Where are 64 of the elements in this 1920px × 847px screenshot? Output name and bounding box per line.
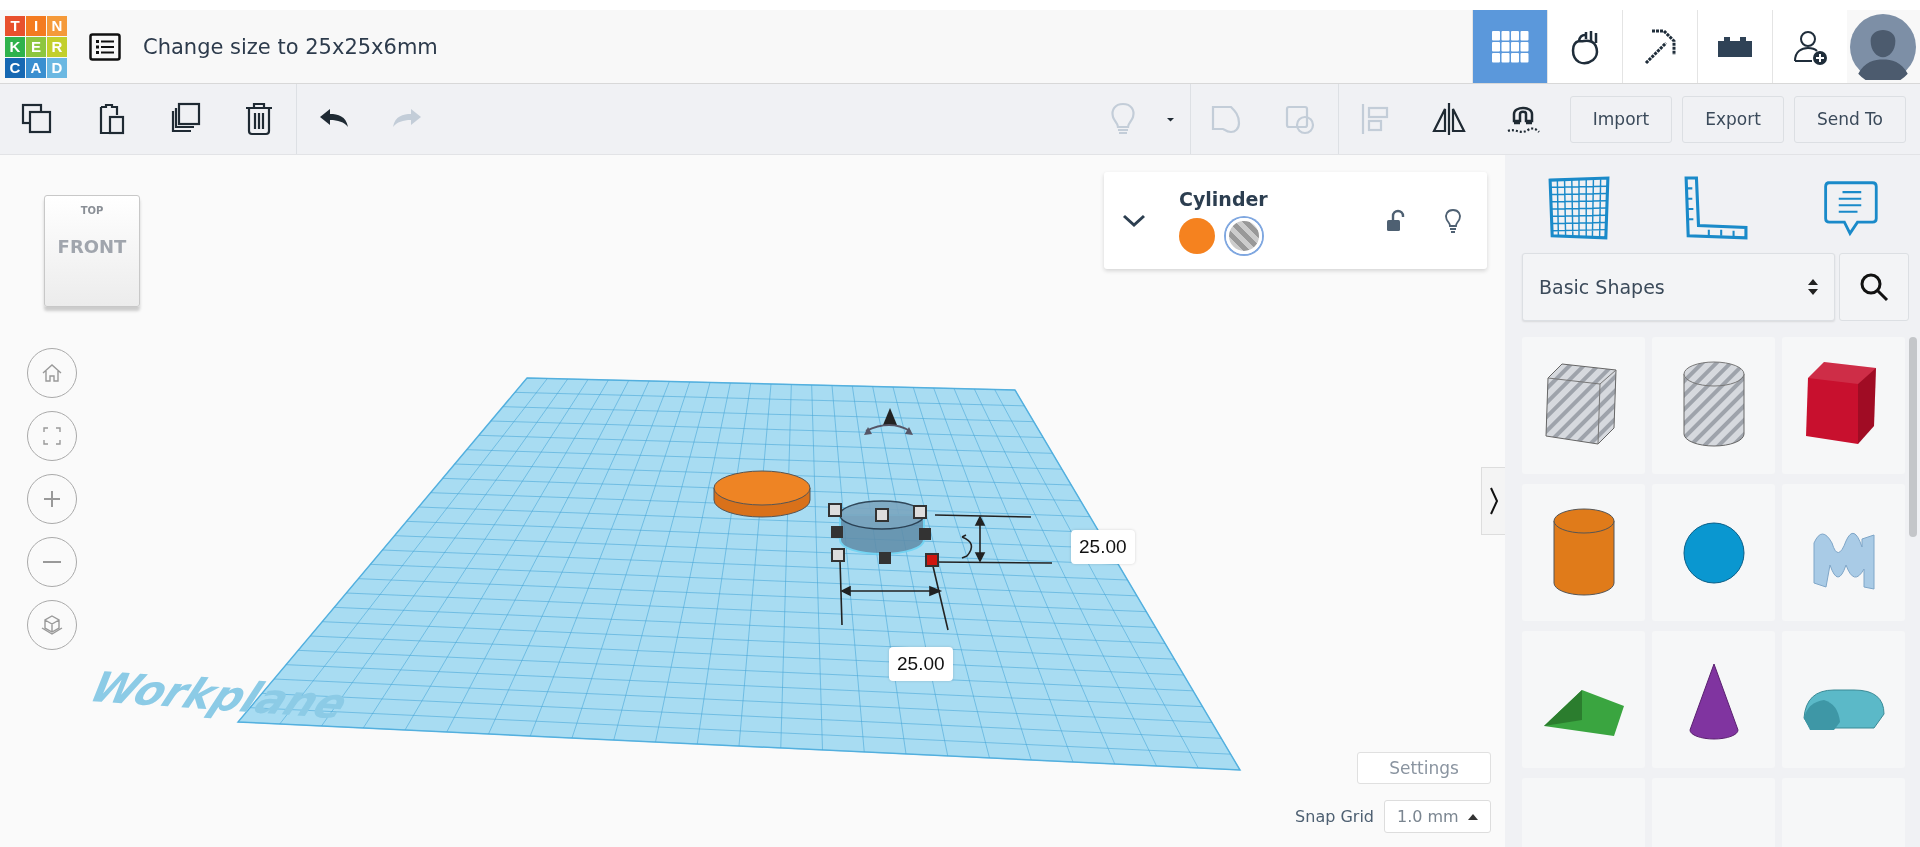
avatar-icon[interactable] bbox=[1850, 13, 1916, 80]
pickaxe-view-tab[interactable] bbox=[1622, 10, 1697, 83]
list-icon[interactable] bbox=[89, 32, 121, 61]
logo-letter: E bbox=[26, 36, 46, 57]
cylinder-shape[interactable] bbox=[713, 470, 811, 518]
workplane-label: Workplane bbox=[82, 663, 356, 728]
snap-grid-label: Snap Grid bbox=[1295, 807, 1374, 826]
home-button[interactable] bbox=[27, 348, 77, 398]
perspective-icon[interactable] bbox=[40, 613, 64, 637]
move-arrow-icon[interactable] bbox=[864, 408, 913, 435]
search-icon[interactable] bbox=[1859, 272, 1889, 302]
shape-tile[interactable] bbox=[1652, 337, 1775, 474]
unlocked-padlock-icon[interactable] bbox=[1385, 208, 1405, 233]
logo-letter: T bbox=[5, 15, 25, 36]
shape-category-dropdown[interactable]: Basic Shapes bbox=[1522, 253, 1835, 321]
cube-front-label: FRONT bbox=[57, 236, 127, 257]
selected-hole-cylinder-drawing[interactable] bbox=[828, 408, 1053, 631]
dimension-field[interactable]: 25.00 bbox=[889, 647, 953, 681]
apple-view-tab[interactable] bbox=[1547, 10, 1622, 83]
lightbulb-icon[interactable] bbox=[1443, 207, 1463, 234]
fit-icon[interactable] bbox=[40, 424, 64, 448]
scrollbar[interactable] bbox=[1909, 337, 1917, 537]
add-user-view-tab[interactable] bbox=[1772, 10, 1847, 83]
toolbar-text-button[interactable]: Import bbox=[1569, 95, 1673, 143]
search-button[interactable] bbox=[1839, 253, 1909, 321]
logo-letter: N bbox=[47, 15, 67, 36]
shape-tile[interactable] bbox=[1652, 484, 1775, 621]
shape-tile[interactable] bbox=[1652, 631, 1775, 768]
logo-letter: D bbox=[47, 57, 67, 78]
chevron-right-icon[interactable] bbox=[1488, 486, 1499, 516]
solid-color-swatch[interactable] bbox=[1179, 217, 1215, 254]
shape-tile[interactable] bbox=[1522, 631, 1645, 768]
caret-up-icon[interactable] bbox=[1468, 813, 1478, 820]
perspective-button[interactable] bbox=[27, 600, 77, 650]
panel-collapse-button[interactable] bbox=[1481, 467, 1505, 535]
shape-tile[interactable] bbox=[1782, 631, 1905, 768]
logo-letter: R bbox=[47, 36, 67, 57]
toolbar-text-button[interactable]: Send To bbox=[1793, 95, 1906, 143]
shape-tile[interactable] bbox=[1522, 337, 1645, 474]
dimension-field[interactable]: 25.00 bbox=[1071, 530, 1135, 564]
striped-cylinder-icon bbox=[1683, 361, 1744, 446]
logo-letter: K bbox=[5, 36, 25, 57]
shape-tile[interactable] bbox=[1782, 337, 1905, 474]
fit-button[interactable] bbox=[27, 411, 77, 461]
logo-letter: I bbox=[26, 15, 46, 36]
logo-letter: C bbox=[5, 57, 25, 78]
zoom-in-button[interactable] bbox=[27, 474, 77, 524]
striped-box-icon bbox=[1545, 363, 1616, 444]
logo-letter: A bbox=[26, 57, 46, 78]
shape-name: Cylinder bbox=[1179, 187, 1268, 210]
mirror-icon[interactable] bbox=[1430, 101, 1467, 137]
grid-plane-icon[interactable] bbox=[1546, 176, 1612, 242]
toolbar-text-button[interactable]: Export bbox=[1682, 95, 1784, 143]
snap-grid-dropdown[interactable]: 1.0 mm bbox=[1384, 800, 1491, 833]
zoom-out-button[interactable] bbox=[27, 537, 77, 587]
hole-swatch[interactable] bbox=[1226, 217, 1262, 254]
sort-arrows-icon[interactable] bbox=[1808, 278, 1818, 296]
shape-tile[interactable] bbox=[1782, 484, 1905, 621]
cube-top-label: TOP bbox=[80, 205, 104, 216]
logo[interactable]: T I N K E R C A D bbox=[5, 15, 67, 78]
chevron-down-icon[interactable] bbox=[1122, 213, 1146, 228]
design-title[interactable]: Change size to 25x25x6mm bbox=[143, 34, 438, 59]
brick-view-tab[interactable] bbox=[1697, 10, 1772, 83]
shape-tile[interactable] bbox=[1522, 484, 1645, 621]
